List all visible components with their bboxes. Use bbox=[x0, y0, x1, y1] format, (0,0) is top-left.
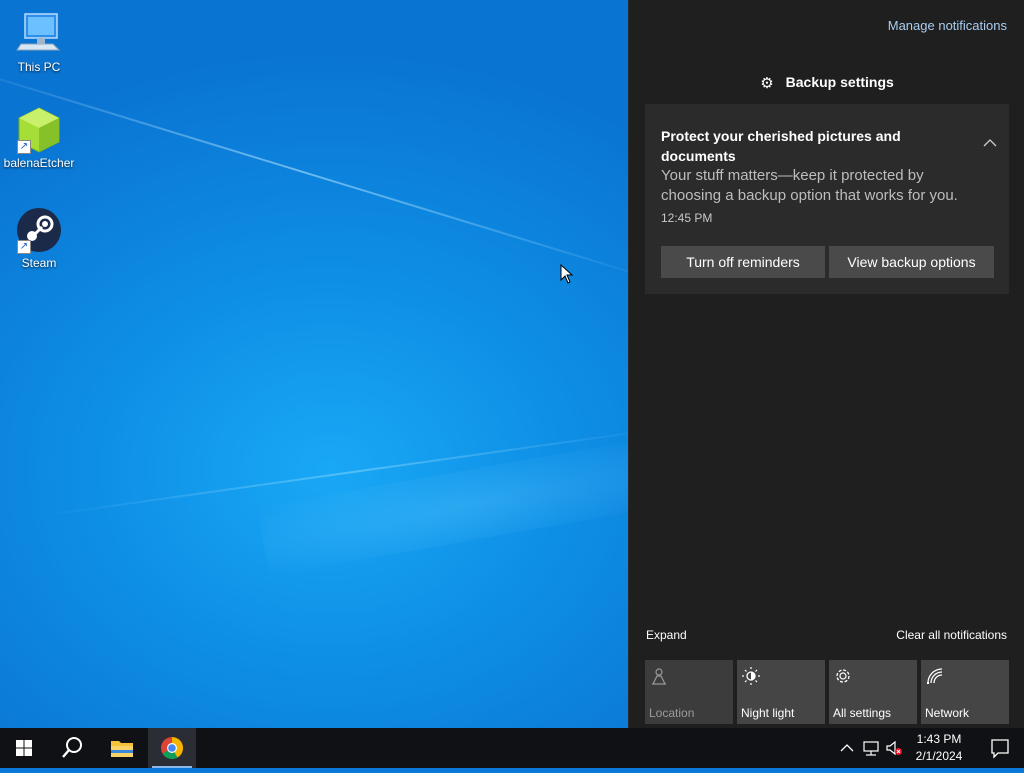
clear-all-notifications-link[interactable]: Clear all notifications bbox=[896, 628, 1007, 642]
action-center-button[interactable] bbox=[976, 728, 1024, 768]
mouse-cursor-icon bbox=[560, 264, 574, 284]
desktop-icon-balena-etcher[interactable]: ↗ balenaEtcher bbox=[1, 106, 77, 170]
quick-action-label: Location bbox=[649, 706, 695, 720]
start-button[interactable] bbox=[0, 728, 48, 768]
chevron-up-icon[interactable] bbox=[838, 738, 856, 758]
desktop-icon-steam[interactable]: ↗ Steam bbox=[1, 206, 77, 270]
quick-action-night-light[interactable]: Night light bbox=[737, 660, 825, 724]
desktop-icon-label: balenaEtcher bbox=[3, 156, 75, 170]
network-icon bbox=[927, 668, 943, 684]
taskbar: 1:43 PM 2/1/2024 bbox=[0, 728, 1024, 768]
turn-off-reminders-button[interactable]: Turn off reminders bbox=[661, 246, 825, 278]
view-backup-options-button[interactable]: View backup options bbox=[829, 246, 994, 278]
shortcut-arrow-icon: ↗ bbox=[17, 240, 31, 254]
desktop-icon-label: This PC bbox=[17, 60, 61, 74]
quick-action-label: Night light bbox=[741, 706, 795, 720]
desktop-icon-label: Steam bbox=[21, 256, 57, 270]
chevron-up-icon[interactable] bbox=[983, 138, 997, 148]
quick-action-label: Network bbox=[925, 706, 970, 720]
computer-icon bbox=[15, 10, 63, 58]
taskbar-clock[interactable]: 1:43 PM 2/1/2024 bbox=[908, 731, 970, 765]
desktop-icon-this-pc[interactable]: This PC bbox=[1, 10, 77, 74]
chrome-button[interactable] bbox=[148, 728, 196, 768]
notification-group-header[interactable]: ⚙ Backup settings bbox=[629, 74, 1024, 92]
volume-muted-icon[interactable] bbox=[885, 738, 903, 758]
notification-body: Your stuff matters—keep it protected by … bbox=[661, 167, 958, 204]
quick-action-location[interactable]: Location bbox=[645, 660, 733, 724]
start-icon bbox=[16, 740, 32, 756]
chrome-icon bbox=[161, 737, 183, 759]
clock-time: 1:43 PM bbox=[916, 732, 962, 746]
quick-action-all-settings[interactable]: All settings bbox=[829, 660, 917, 724]
action-center: Manage notifications ⚙ Backup settings Pr… bbox=[628, 0, 1024, 728]
gear-icon: ⚙ bbox=[760, 75, 774, 92]
notification-time: 12:45 PM bbox=[661, 211, 713, 225]
expand-link[interactable]: Expand bbox=[646, 628, 687, 642]
network-icon[interactable] bbox=[862, 738, 880, 758]
notification-title: Protect your cherished pictures and docu… bbox=[661, 128, 901, 164]
location-icon bbox=[652, 668, 666, 685]
steam-icon: ↗ bbox=[15, 206, 63, 254]
file-explorer-button[interactable] bbox=[98, 728, 146, 768]
balena-etcher-icon: ↗ bbox=[15, 106, 63, 154]
quick-action-network[interactable]: Network bbox=[921, 660, 1009, 724]
file-explorer-icon bbox=[111, 741, 133, 757]
search-icon bbox=[62, 737, 82, 758]
notification-icon bbox=[991, 739, 1009, 759]
manage-notifications-link[interactable]: Manage notifications bbox=[888, 18, 1007, 33]
search-button[interactable] bbox=[48, 728, 96, 768]
shortcut-arrow-icon: ↗ bbox=[17, 140, 31, 154]
notification-card[interactable]: Protect your cherished pictures and docu… bbox=[645, 104, 1009, 294]
notification-group-title: Backup settings bbox=[785, 74, 894, 90]
night-light-icon bbox=[742, 667, 760, 685]
wallpaper-light-beam bbox=[0, 60, 668, 285]
quick-action-label: All settings bbox=[833, 706, 892, 720]
gear-icon bbox=[836, 669, 850, 683]
clock-date: 2/1/2024 bbox=[915, 749, 963, 763]
